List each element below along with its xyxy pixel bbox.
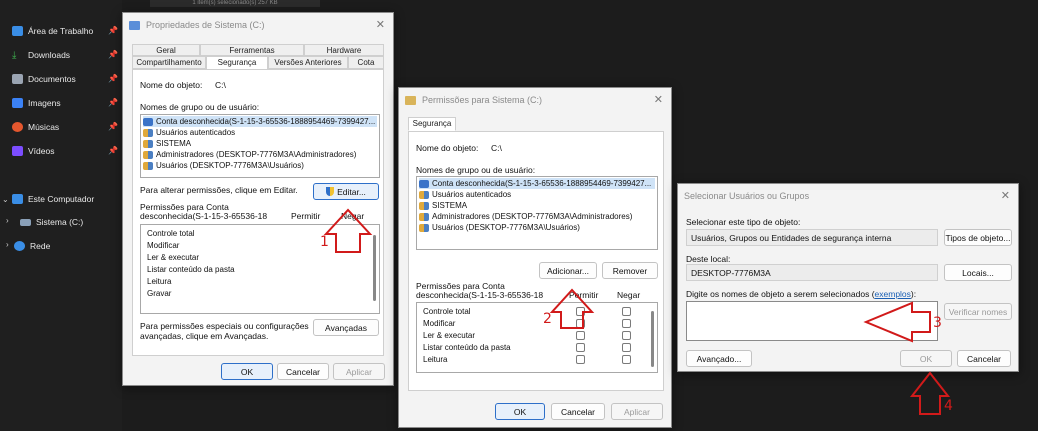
arrow-left-icon [863, 301, 931, 343]
arrow-up-icon [549, 288, 595, 329]
arrow-up-icon [323, 208, 373, 253]
annotation-1: 1 [320, 234, 329, 250]
annotation-2: 2 [543, 311, 552, 327]
arrow-up-icon [909, 371, 951, 415]
annotation-4: 4 [944, 398, 953, 414]
annotation-layer [323, 208, 951, 415]
annotation-3: 3 [933, 315, 942, 331]
